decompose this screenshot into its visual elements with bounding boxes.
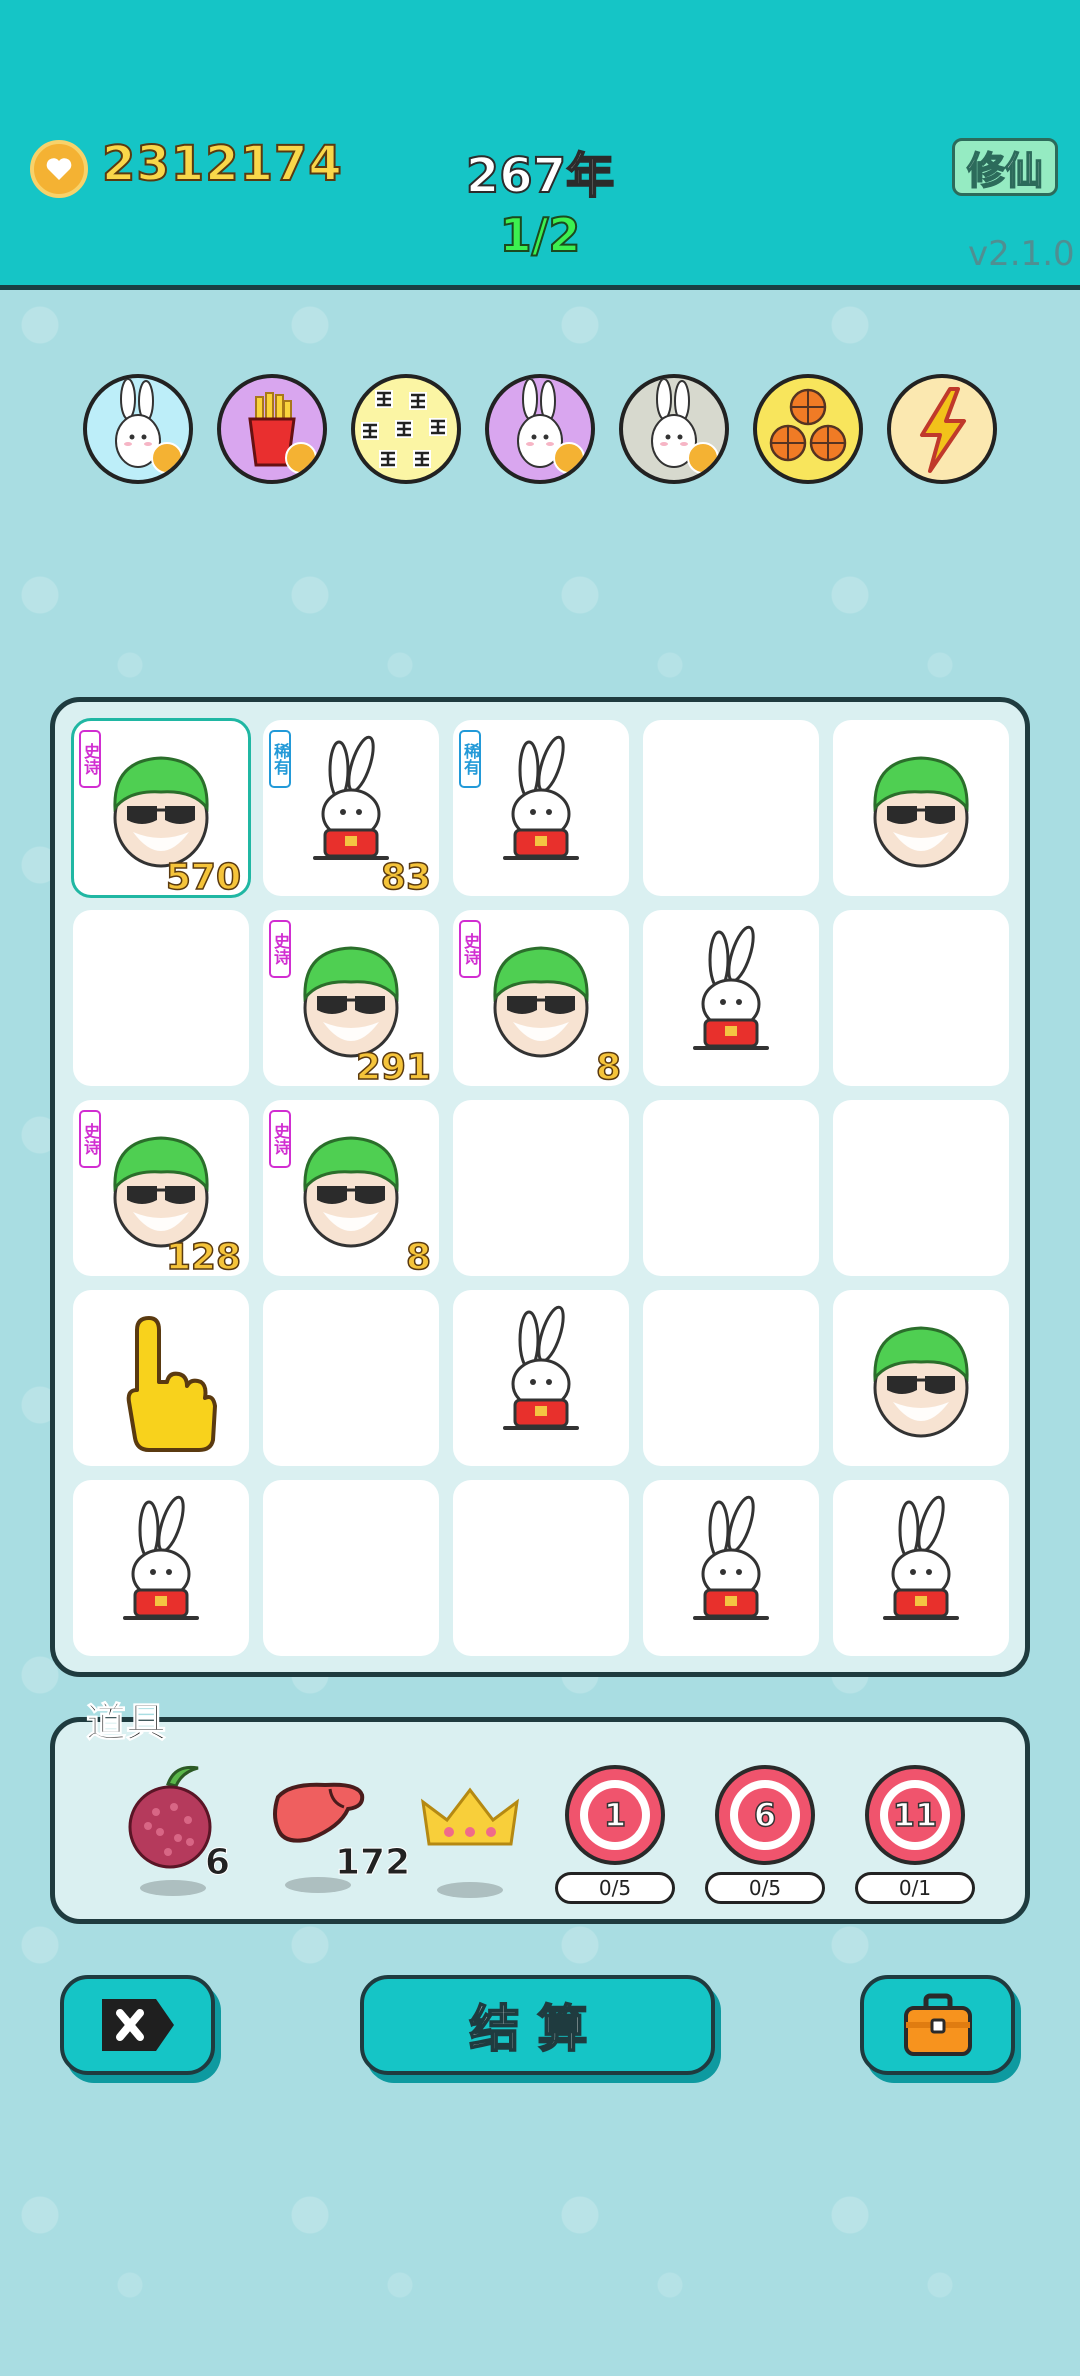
target-progress: 0/5 [705,1872,825,1904]
board-cell[interactable] [643,1290,819,1466]
man-sunglasses-icon [873,756,969,868]
settle-button-label: 结算 [469,1999,606,2059]
rabbit-icon [693,1495,769,1620]
rabbit-icon [693,925,769,1050]
board-cell[interactable]: 史诗 128 [73,1100,249,1279]
liver-icon [273,1782,365,1843]
board-cell[interactable] [833,1100,1009,1276]
heart-badge-icon [285,442,317,474]
bayberry-count: 6 [204,1842,231,1884]
cell-count: 8 [595,1046,622,1089]
board-cell[interactable]: 史诗 570 [71,718,251,899]
rarity-tag: 史诗 [79,1110,101,1168]
crown-icon [421,1787,519,1846]
board-cell[interactable]: 史诗 291 [263,910,439,1089]
pointing-hand-icon [126,1316,217,1452]
board-cell[interactable] [643,1480,819,1656]
avatar-rabbit-blue[interactable] [83,374,193,484]
board-cell[interactable] [833,720,1009,896]
board-cell[interactable]: 稀有 83 [263,720,439,899]
stage-progress: 1/2 [499,207,582,263]
crown-item[interactable] [415,1782,525,1902]
board-cell[interactable] [833,1290,1009,1466]
rabbit-icon [123,1495,199,1620]
rabbit-icon [883,1495,959,1620]
rarity-tag: 史诗 [269,920,291,978]
rarity-tag: 稀有 [459,730,481,788]
avatar-fries[interactable] [217,374,327,484]
board-cell[interactable] [643,720,819,896]
avatar-rabbit-grey[interactable] [619,374,729,484]
cell-count: 83 [380,856,432,899]
board-cell[interactable]: 史诗 8 [263,1100,439,1279]
target-item[interactable]: 1 [565,1765,665,1865]
target-icon: 1 [580,1780,650,1850]
close-button[interactable] [60,1975,215,2075]
cell-count: 8 [405,1236,432,1279]
board-cell[interactable] [453,1100,629,1276]
board-cell[interactable]: 稀有 [453,720,629,896]
board-cell[interactable] [263,1290,439,1466]
cell-count: 570 [165,856,242,899]
board-cell[interactable] [453,1480,629,1656]
avatar-rabbit-purple[interactable] [485,374,595,484]
year-counter: 267年 [465,147,615,205]
board-cell[interactable] [833,1480,1009,1656]
man-sunglasses-icon [873,1326,969,1438]
board-cell[interactable] [453,1290,629,1466]
rabbit-icon [503,1305,579,1430]
rarity-tag: 稀有 [269,730,291,788]
briefcase-icon [903,1993,972,2056]
top-bar: 2312174 267年 1/2 修仙 v2.1.0 [0,0,1080,290]
props-title: 道具 [86,1700,167,1747]
inventory-button[interactable] [860,1975,1015,2075]
board-cell[interactable] [833,910,1009,1086]
cell-count: 128 [165,1236,242,1279]
board-cell[interactable] [73,910,249,1086]
liver-count: 172 [334,1842,411,1884]
avatar-wang-pattern[interactable] [351,374,461,484]
target-progress: 0/5 [555,1872,675,1904]
rarity-tag: 史诗 [459,920,481,978]
target-progress: 0/1 [855,1872,975,1904]
target-item[interactable]: 6 [715,1765,815,1865]
cell-count: 291 [355,1046,432,1089]
rarity-tag: 史诗 [79,730,101,788]
board-cell[interactable] [643,910,819,1086]
heart-badge-icon [553,442,585,474]
target-icon: 6 [730,1780,800,1850]
board-cell[interactable] [263,1480,439,1656]
props-panel: 6 172 1 0/5 6 0/5 11 0/1 [50,1717,1030,1924]
heart-badge-icon [151,442,183,474]
board-cell[interactable] [73,1480,249,1656]
heart-badge-icon [687,442,719,474]
version-label: v2.1.0 [968,234,1075,274]
target-icon: 11 [880,1780,950,1850]
close-icon [101,1999,174,2051]
avatar-lightning[interactable] [887,374,997,484]
settle-button[interactable]: 结算 [360,1975,715,2075]
game-board: 史诗 570 稀有 83 稀有 史诗 291 史诗 8 史诗 128 史诗 8 [50,697,1030,1677]
target-item[interactable]: 11 [865,1765,965,1865]
board-cell[interactable]: 史诗 8 [453,910,629,1089]
target-value: 1 [588,1788,642,1842]
avatar-basketballs[interactable] [753,374,863,484]
target-value: 11 [888,1788,942,1842]
cultivate-button[interactable]: 修仙 [952,138,1058,196]
target-value: 6 [738,1788,792,1842]
rarity-tag: 史诗 [269,1110,291,1168]
board-cell[interactable] [643,1100,819,1276]
board-cell[interactable] [73,1290,249,1466]
